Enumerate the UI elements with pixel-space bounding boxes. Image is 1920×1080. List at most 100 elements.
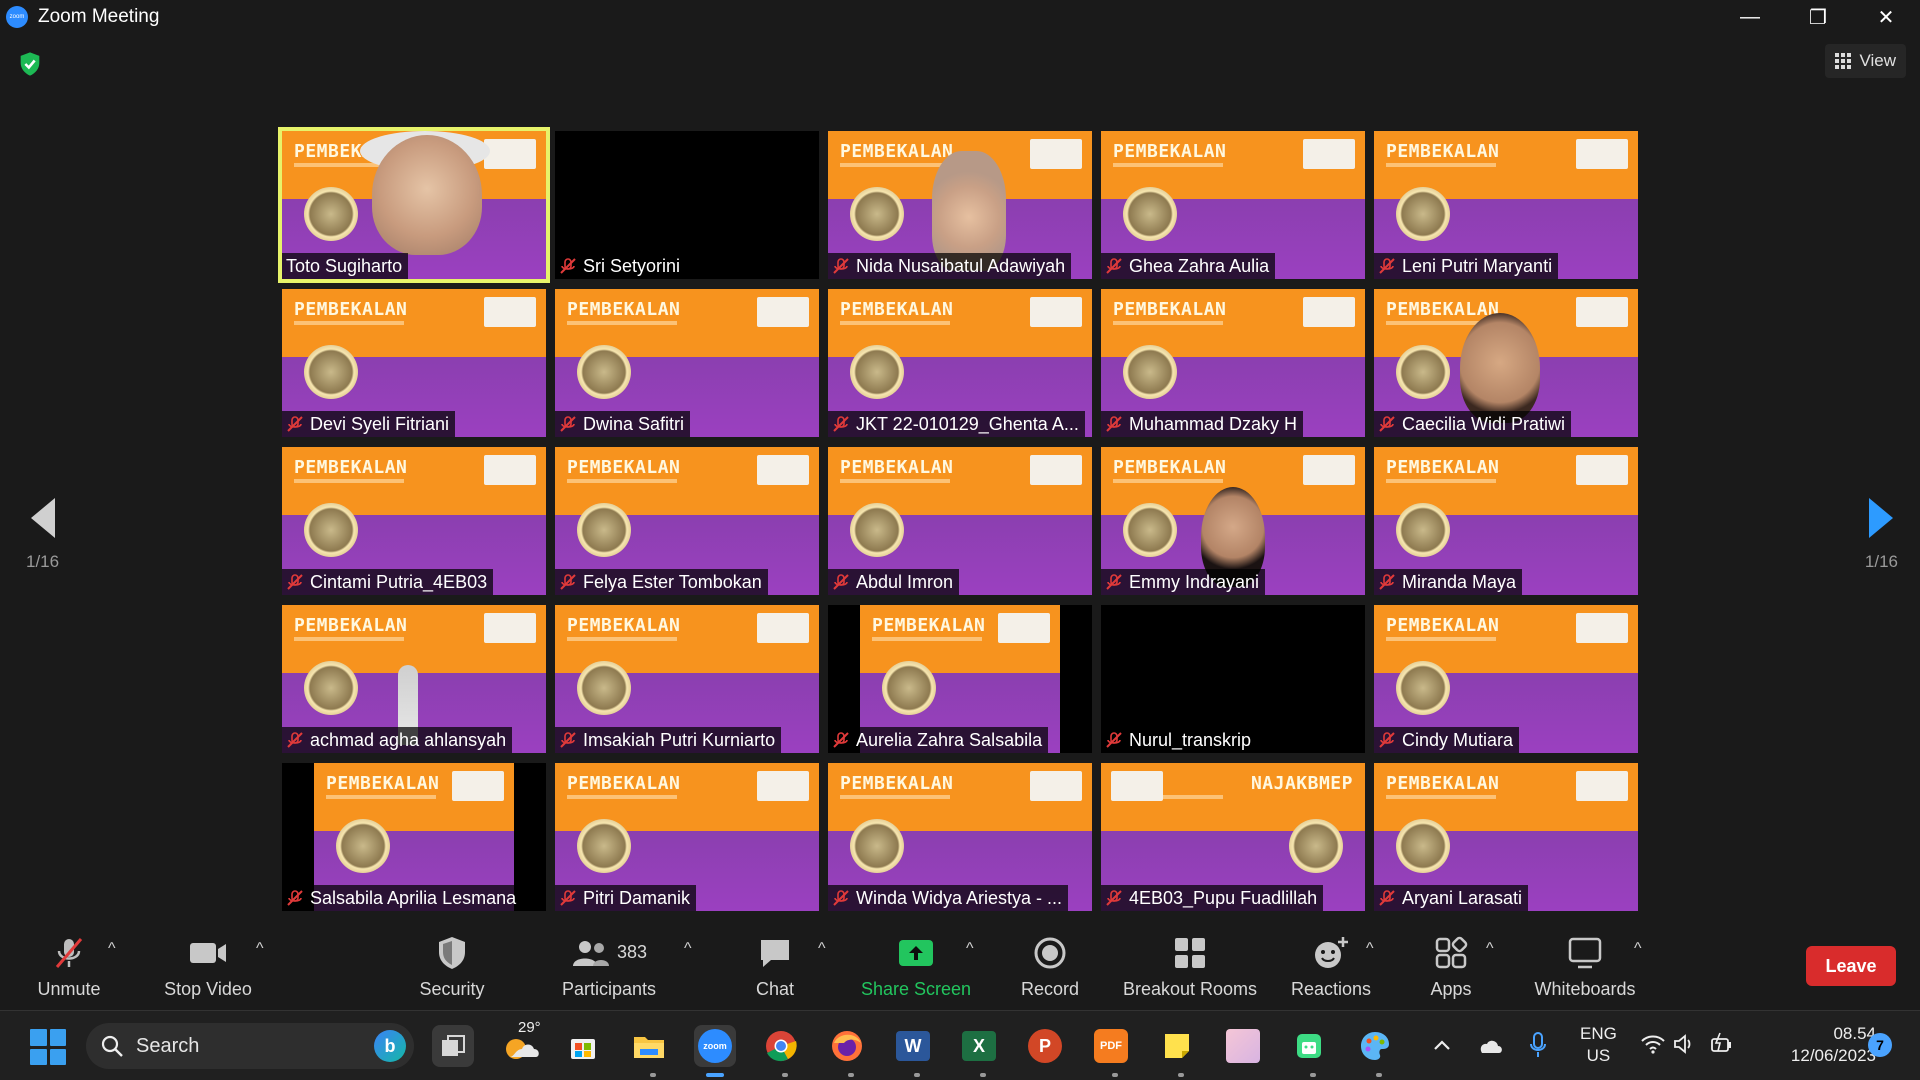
share-options-caret[interactable]: ^ (966, 940, 974, 958)
apps-options-caret[interactable]: ^ (1486, 940, 1494, 958)
video-tile[interactable]: PEMBEKALAN Muhammad Dzaky H (1101, 289, 1365, 437)
slide-title: PEMBEKALAN (1113, 299, 1227, 320)
apps-label: Apps (1430, 978, 1472, 999)
video-tile[interactable]: NAJAKBMEP 4EB03_Pupu Fuadlillah (1101, 763, 1365, 911)
video-tile[interactable]: PEMBEKALAN Toto Sugiharto (278, 127, 550, 283)
video-tile[interactable]: PEMBEKALAN Cintami Putria_4EB03 (282, 447, 546, 595)
notification-badge[interactable]: 7 (1868, 1033, 1892, 1057)
system-clock[interactable]: 08.54 12/06/2023 (1760, 1023, 1876, 1067)
participants-options-caret[interactable]: ^ (684, 940, 692, 958)
video-tile[interactable]: PEMBEKALAN Salsabila Aprilia Lesmana (282, 763, 546, 911)
audio-options-caret[interactable]: ^ (108, 940, 116, 958)
chrome-icon[interactable] (760, 1025, 802, 1067)
video-tile[interactable]: PEMBEKALAN achmad agha ahlansyah (282, 605, 546, 753)
battery-charging-icon[interactable] (1708, 1031, 1734, 1057)
video-tile[interactable]: PEMBEKALAN Caecilia Widi Pratiwi (1374, 289, 1638, 437)
video-tile[interactable]: PEMBEKALAN Cindy Mutiara (1374, 605, 1638, 753)
video-tile[interactable]: Sri Setyorini (555, 131, 819, 279)
video-tile[interactable]: PEMBEKALAN Aryani Larasati (1374, 763, 1638, 911)
mic-muted-icon (560, 732, 576, 748)
video-options-caret[interactable]: ^ (256, 940, 264, 958)
video-tile[interactable]: PEMBEKALAN Miranda Maya (1374, 447, 1638, 595)
slide-subtitle-line (840, 795, 950, 799)
leave-button[interactable]: Leave (1806, 946, 1896, 986)
participant-name-label: Pitri Damanik (555, 885, 697, 911)
view-button[interactable]: View (1825, 44, 1906, 78)
taskbar-search[interactable]: Search b (86, 1023, 414, 1069)
unmute-button[interactable]: Unmute (24, 922, 114, 1010)
title-bar: zoom Zoom Meeting — ❐ ✕ (0, 0, 1920, 34)
input-language-indicator[interactable]: ENG US (1580, 1023, 1617, 1067)
restore-button[interactable]: ❐ (1784, 0, 1852, 34)
video-tile[interactable]: PEMBEKALAN Devi Syeli Fitriani (282, 289, 546, 437)
image-app-icon[interactable] (1222, 1025, 1264, 1067)
video-tile[interactable]: PEMBEKALAN JKT 22-010129_Ghenta A... (828, 289, 1092, 437)
slide-emblem-icon (577, 345, 631, 399)
android-app-icon[interactable] (1288, 1025, 1330, 1067)
chevron-up-icon[interactable] (1432, 1037, 1452, 1053)
word-icon[interactable]: W (892, 1025, 934, 1067)
encryption-shield-icon[interactable] (16, 50, 44, 78)
video-tile[interactable]: PEMBEKALAN Felya Ester Tombokan (555, 447, 819, 595)
zoom-app-icon[interactable]: zoom (694, 1025, 736, 1067)
file-explorer-icon[interactable] (628, 1025, 670, 1067)
close-button[interactable]: ✕ (1852, 0, 1920, 34)
gallery-view: PEMBEKALAN Toto Sugiharto Sri Setyorini … (278, 127, 1638, 911)
arrow-left-icon[interactable] (29, 496, 57, 540)
apps-button[interactable]: Apps (1414, 922, 1488, 1010)
microphone-tray-icon[interactable] (1528, 1031, 1548, 1059)
reactions-options-caret[interactable]: ^ (1366, 940, 1374, 958)
video-tile[interactable]: PEMBEKALAN Imsakiah Putri Kurniarto (555, 605, 819, 753)
video-tile[interactable]: PEMBEKALAN Aurelia Zahra Salsabila (828, 605, 1092, 753)
task-view-icon[interactable] (432, 1025, 474, 1067)
slide-logo (998, 613, 1050, 643)
video-tile[interactable]: PEMBEKALAN Emmy Indrayani (1101, 447, 1365, 595)
sticky-notes-icon[interactable] (1156, 1025, 1198, 1067)
record-button[interactable]: Record (1010, 922, 1090, 1010)
participant-name: Caecilia Widi Pratiwi (1402, 413, 1566, 434)
bing-icon[interactable]: b (374, 1030, 406, 1062)
video-tile[interactable]: Nurul_transkrip (1101, 605, 1365, 753)
onedrive-cloud-icon[interactable] (1476, 1035, 1504, 1055)
slide-title: PEMBEKALAN (840, 299, 954, 320)
minimize-button[interactable]: — (1716, 0, 1784, 34)
video-tile[interactable]: PEMBEKALAN Leni Putri Maryanti (1374, 131, 1638, 279)
participants-button[interactable]: 383 Participants (554, 922, 664, 1010)
participants-icon (572, 940, 609, 966)
share-screen-button[interactable]: Share Screen (856, 922, 976, 1010)
paint-icon[interactable] (1354, 1025, 1396, 1067)
whiteboards-options-caret[interactable]: ^ (1634, 940, 1642, 958)
prev-page-nav[interactable]: 1/16 (26, 496, 59, 572)
participant-name: Dwina Safitri (583, 413, 685, 434)
mic-muted-icon (1379, 574, 1395, 590)
slide-title: PEMBEKALAN (840, 141, 954, 162)
reactions-button[interactable]: Reactions (1286, 922, 1376, 1010)
chat-button[interactable]: Chat (740, 922, 810, 1010)
breakout-rooms-button[interactable]: Breakout Rooms (1118, 922, 1262, 1010)
video-tile[interactable]: PEMBEKALAN Dwina Safitri (555, 289, 819, 437)
arrow-right-icon[interactable] (1867, 496, 1895, 540)
slide-title: PEMBEKALAN (1386, 141, 1500, 162)
slide-subtitle-line (326, 795, 436, 799)
chat-options-caret[interactable]: ^ (818, 940, 826, 958)
excel-icon[interactable]: X (958, 1025, 1000, 1067)
slide-emblem-icon (850, 187, 904, 241)
volume-icon[interactable] (1672, 1033, 1696, 1055)
stop-video-button[interactable]: Stop Video (150, 922, 266, 1010)
slide-emblem-icon (1289, 819, 1343, 873)
whiteboards-button[interactable]: Whiteboards (1528, 922, 1642, 1010)
video-tile[interactable]: PEMBEKALAN Abdul Imron (828, 447, 1092, 595)
powerpoint-icon[interactable]: P (1024, 1025, 1066, 1067)
security-button[interactable]: Security (404, 922, 500, 1010)
microsoft-store-icon[interactable] (562, 1025, 604, 1067)
next-page-nav[interactable]: 1/16 (1865, 496, 1898, 572)
pdf-app-icon[interactable]: PDF (1090, 1025, 1132, 1067)
windows-start-icon[interactable] (30, 1029, 66, 1065)
keyboard-region: US (1586, 1046, 1611, 1065)
video-tile[interactable]: PEMBEKALAN Pitri Damanik (555, 763, 819, 911)
video-tile[interactable]: PEMBEKALAN Ghea Zahra Aulia (1101, 131, 1365, 279)
video-tile[interactable]: PEMBEKALAN Winda Widya Ariestya - ... (828, 763, 1092, 911)
video-tile[interactable]: PEMBEKALAN Nida Nusaibatul Adawiyah (828, 131, 1092, 279)
firefox-icon[interactable] (826, 1025, 868, 1067)
wifi-icon[interactable] (1640, 1033, 1666, 1055)
